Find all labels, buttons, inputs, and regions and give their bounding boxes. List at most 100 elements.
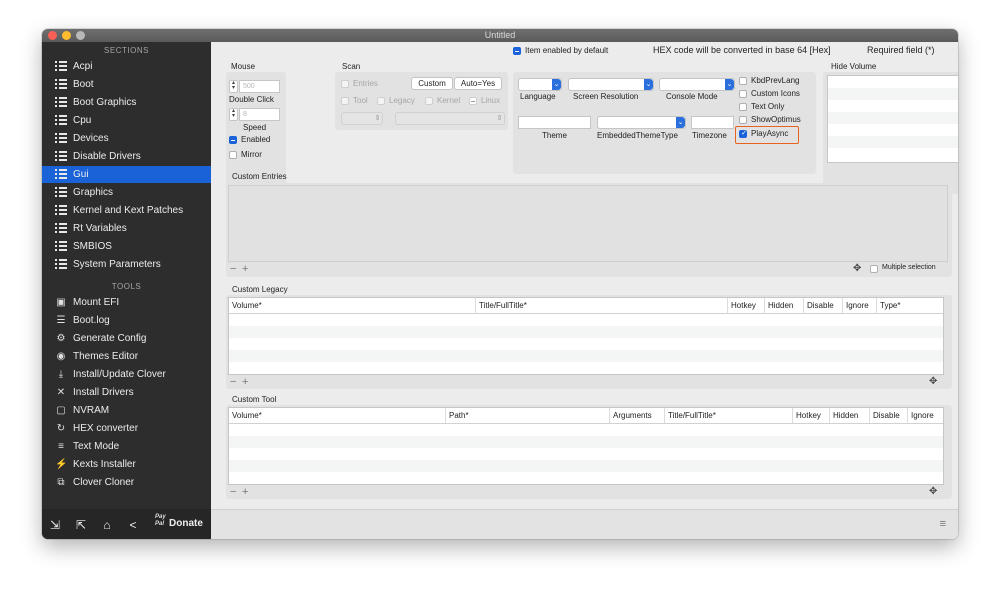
sidebar-item-boot-graphics[interactable]: Boot Graphics [42, 94, 211, 111]
entries-checkbox[interactable] [341, 80, 349, 88]
hide-volume-list[interactable] [827, 75, 958, 163]
timezone-field[interactable] [691, 116, 734, 129]
sidebar-item-themes-editor[interactable]: ◉ Themes Editor [42, 348, 211, 365]
resize-handle-icon[interactable]: ✥ [929, 376, 937, 388]
column-header[interactable]: Disable [803, 298, 842, 313]
enabled-checkbox[interactable] [229, 136, 237, 144]
custom-icons-checkbox[interactable] [739, 90, 747, 98]
sidebar-item-install-drivers[interactable]: ✕ Install Drivers [42, 384, 211, 401]
column-header[interactable]: Title/FullTitle* [664, 408, 792, 423]
auto-yes-button[interactable]: Auto=Yes [454, 77, 502, 90]
sidebar-item-text-mode[interactable]: ≡ Text Mode [42, 438, 211, 455]
column-header[interactable]: Hidden [829, 408, 869, 423]
show-optimus-checkbox[interactable] [739, 116, 747, 124]
custom-legacy-table[interactable]: Volume* Title/FullTitle* Hotkey Hidden D… [228, 297, 944, 375]
sidebar-item-label: Acpi [73, 61, 93, 72]
screen-resolution-popup[interactable]: ⌄ [568, 78, 654, 91]
sidebar-item-disable-drivers[interactable]: Disable Drivers [42, 148, 211, 165]
sidebar-item-kexts-installer[interactable]: ⚡ Kexts Installer [42, 456, 211, 473]
text-only-checkbox[interactable] [739, 103, 747, 111]
sidebar-item-system-parameters[interactable]: System Parameters [42, 256, 211, 273]
scan-tool-popup[interactable]: ⇕ [341, 112, 383, 125]
menu-lines-icon[interactable]: ≡ [940, 518, 946, 530]
sidebar-item-kernel-kext-patches[interactable]: Kernel and Kext Patches [42, 202, 211, 219]
tool-checkbox[interactable] [341, 97, 349, 105]
column-header[interactable]: Hidden [764, 298, 803, 313]
show-optimus-label: ShowOptimus [751, 115, 801, 124]
sidebar-item-nvram[interactable]: ▢ NVRAM [42, 402, 211, 419]
home-icon[interactable]: ⌂ [100, 518, 114, 532]
sidebar-item-rt-variables[interactable]: Rt Variables [42, 220, 211, 237]
mirror-checkbox[interactable] [229, 151, 237, 159]
move-arrows-icon[interactable]: ✥ [853, 263, 861, 275]
chip-icon: ▢ [56, 405, 66, 416]
theme-field[interactable] [518, 116, 591, 129]
sidebar-item-smbios[interactable]: SMBIOS [42, 238, 211, 255]
column-header[interactable]: Hotkey [727, 298, 764, 313]
column-header[interactable]: Path* [445, 408, 609, 423]
double-click-stepper[interactable]: ▴ ▾ [229, 80, 238, 93]
import-icon[interactable]: ⇲ [48, 518, 62, 532]
embedded-theme-popup[interactable]: ⌄ [597, 116, 686, 129]
custom-entries-list[interactable] [228, 185, 948, 262]
remove-entry-button[interactable]: − [230, 263, 236, 275]
sidebar-item-label: Kexts Installer [73, 459, 136, 470]
language-popup[interactable]: ⌄ [518, 78, 562, 91]
multiple-selection-checkbox[interactable] [870, 265, 878, 273]
kbd-prev-lang-checkbox[interactable] [739, 77, 747, 85]
kernel-checkbox[interactable] [425, 97, 433, 105]
list-icon [55, 205, 67, 216]
share-icon[interactable]: < [126, 518, 140, 532]
play-async-checkbox[interactable] [739, 129, 748, 139]
speed-field[interactable]: 8 [239, 108, 280, 121]
sidebar-item-label: Gui [73, 169, 89, 180]
sidebar-item-cpu[interactable]: Cpu [42, 112, 211, 129]
sidebar-item-boot[interactable]: Boot [42, 76, 211, 93]
sidebar-item-label: Install Drivers [73, 387, 134, 398]
column-header[interactable]: Hotkey [792, 408, 829, 423]
sidebar: SECTIONS Acpi Boot Boot Graphics Cpu Dev… [42, 42, 211, 539]
export-icon[interactable]: ⇱ [74, 518, 88, 532]
column-header[interactable]: Ignore [907, 408, 943, 423]
double-click-field[interactable]: 500 [239, 80, 280, 93]
column-header[interactable]: Type* [876, 298, 943, 313]
sidebar-item-boot-log[interactable]: ☰ Boot.log [42, 312, 211, 329]
sidebar-item-label: Boot.log [73, 315, 110, 326]
sidebar-item-mount-efi[interactable]: ▣ Mount EFI [42, 294, 211, 311]
item-enabled-default-checkbox[interactable] [513, 47, 521, 55]
sidebar-item-label: Generate Config [73, 333, 147, 344]
table-row [229, 460, 943, 472]
scan-kernel-popup[interactable]: ⇕ [395, 112, 505, 125]
column-header[interactable]: Disable [869, 408, 907, 423]
custom-tool-table[interactable]: Volume* Path* Arguments Title/FullTitle*… [228, 407, 944, 485]
column-header[interactable]: Volume* [229, 298, 475, 313]
resize-handle-icon[interactable]: ✥ [929, 486, 937, 498]
add-entry-button[interactable]: + [242, 263, 248, 275]
remove-tool-button[interactable]: − [230, 486, 236, 498]
sidebar-item-hex-converter[interactable]: ↻ HEX converter [42, 420, 211, 437]
add-tool-button[interactable]: + [242, 486, 248, 498]
linux-checkbox[interactable] [469, 97, 477, 105]
column-header[interactable]: Ignore [842, 298, 876, 313]
sidebar-item-devices[interactable]: Devices [42, 130, 211, 147]
custom-button[interactable]: Custom [411, 77, 453, 90]
speed-stepper[interactable]: ▴ ▾ [229, 108, 238, 121]
add-legacy-button[interactable]: + [242, 376, 248, 388]
sidebar-item-acpi[interactable]: Acpi [42, 58, 211, 75]
column-header[interactable]: Title/FullTitle* [475, 298, 727, 313]
column-header[interactable]: Arguments [609, 408, 664, 423]
column-header[interactable]: Volume* [229, 408, 445, 423]
sidebar-item-label: Install/Update Clover [73, 369, 166, 380]
sidebar-item-generate-config[interactable]: ⚙ Generate Config [42, 330, 211, 347]
sidebar-item-clover-cloner[interactable]: ⧉ Clover Cloner [42, 474, 211, 491]
table-row [229, 350, 943, 362]
paypal-donate-button[interactable]: Pay Pal Donate [155, 514, 210, 534]
chevron-down-icon: ⌄ [552, 79, 561, 90]
console-mode-popup[interactable]: ⌄ [659, 78, 735, 91]
remove-legacy-button[interactable]: − [230, 376, 236, 388]
double-click-label: Double Click [229, 95, 274, 104]
sidebar-item-gui[interactable]: Gui [42, 166, 211, 183]
sidebar-item-graphics[interactable]: Graphics [42, 184, 211, 201]
legacy-checkbox[interactable] [377, 97, 385, 105]
sidebar-item-install-update-clover[interactable]: ⤓ Install/Update Clover [42, 366, 211, 383]
